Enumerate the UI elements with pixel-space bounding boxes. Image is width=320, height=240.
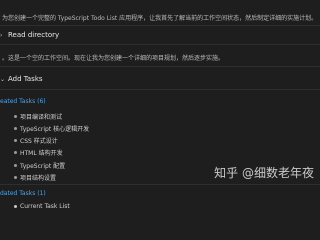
task-label: TypeScript 配置: [20, 163, 66, 170]
task-label: CSS 样式设计: [20, 138, 58, 145]
task-status-icon: [14, 176, 17, 179]
task-status-icon: [14, 164, 17, 167]
read-directory-description: 。这是一个空的工作空间。现在让我为您创建一个详细的项目规划，然后逐步实施。: [2, 55, 225, 62]
task-item[interactable]: TypeScript 核心逻辑开发: [14, 124, 320, 133]
divider: [0, 89, 320, 90]
task-item[interactable]: 项目编译和测试: [14, 112, 320, 121]
task-status-icon: [14, 127, 17, 130]
divider: [0, 44, 320, 45]
task-status-icon: [14, 151, 17, 154]
task-item[interactable]: HTML 结构开发: [14, 148, 320, 157]
task-label: TypeScript 核心逻辑开发: [20, 126, 90, 133]
task-label: 项目编译和测试: [20, 114, 63, 121]
chevron-down-icon: ⌄: [0, 75, 6, 83]
task-label: 项目结构设置: [20, 175, 57, 182]
watermark-text: 知乎 @细数老年夜: [214, 166, 314, 180]
task-label: HTML 结构开发: [20, 150, 63, 157]
task-label: Current Task List: [20, 203, 70, 210]
created-tasks-header[interactable]: eated Tasks (6): [0, 98, 320, 105]
task-status-icon: [14, 115, 17, 118]
add-tasks-label: Add Tasks: [8, 75, 43, 83]
read-directory-label: Read directory: [8, 31, 60, 39]
task-status-icon: [14, 205, 17, 208]
task-status-icon: [14, 139, 17, 142]
divider: [0, 66, 320, 67]
divider: [0, 25, 320, 26]
add-tasks-header[interactable]: ⌄ Add Tasks: [0, 75, 320, 83]
updated-tasks-header[interactable]: dated Tasks (1): [0, 190, 320, 197]
read-directory-header[interactable]: › Read directory: [0, 31, 320, 39]
task-item[interactable]: Current Task List: [14, 203, 320, 210]
chevron-right-icon: ›: [0, 31, 3, 39]
intro-text: 为您创建一个完整的 TypeScript Todo List 应用程序，让我首先…: [2, 15, 318, 22]
divider: [0, 184, 320, 185]
watermark: 知乎 @细数老年夜: [214, 164, 314, 181]
task-item[interactable]: CSS 样式设计: [14, 136, 320, 145]
